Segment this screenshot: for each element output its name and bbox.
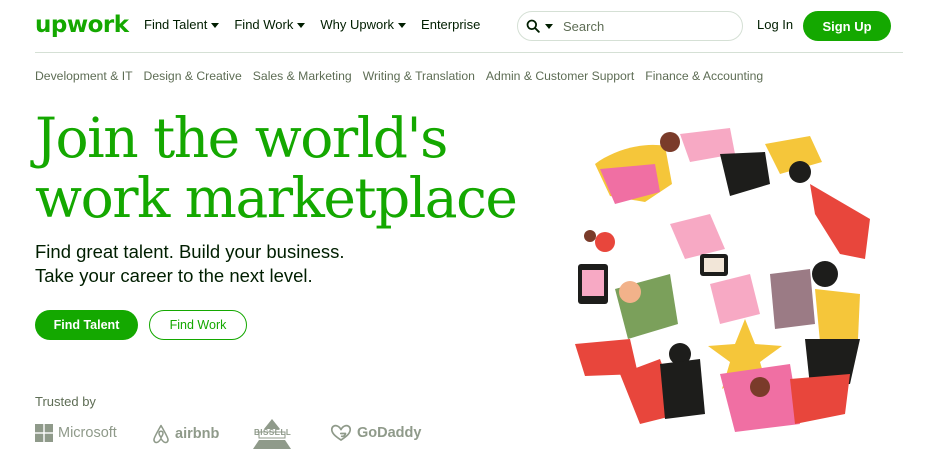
- category-development-it[interactable]: Development & IT: [35, 69, 133, 83]
- nav-enterprise[interactable]: Enterprise: [421, 17, 480, 32]
- signup-button[interactable]: Sign Up: [803, 11, 891, 41]
- nav-label: Find Work: [234, 17, 294, 32]
- category-sales-marketing[interactable]: Sales & Marketing: [253, 69, 352, 83]
- godaddy-heart-icon: [330, 424, 352, 441]
- trusted-logos: Microsoft airbnb BISSELL GoDaddy: [35, 418, 455, 450]
- microsoft-grid-icon: [35, 424, 53, 442]
- hero-headline: Join the world's work marketplace: [35, 106, 518, 230]
- main-nav: Find Talent Find Work Why Upwork Enterpr…: [144, 17, 480, 32]
- nav-find-talent[interactable]: Find Talent: [144, 17, 220, 32]
- search-input[interactable]: [563, 18, 713, 34]
- brand-name: BISSELL: [254, 428, 292, 437]
- find-talent-button[interactable]: Find Talent: [35, 310, 138, 340]
- microsoft-logo: Microsoft: [35, 424, 117, 442]
- hero-illustration: [560, 124, 895, 440]
- airbnb-belo-icon: [153, 424, 169, 444]
- subheading-line-2: Take your career to the next level.: [35, 265, 313, 286]
- upwork-logo[interactable]: upwork: [35, 12, 129, 38]
- chevron-down-icon: [211, 22, 220, 28]
- trusted-by-label: Trusted by: [35, 394, 96, 409]
- header-divider: [35, 52, 903, 53]
- search-box[interactable]: [517, 11, 743, 41]
- login-link[interactable]: Log In: [757, 17, 793, 32]
- category-design-creative[interactable]: Design & Creative: [144, 69, 242, 83]
- brand-name: airbnb: [175, 426, 220, 442]
- brand-name: GoDaddy: [357, 425, 422, 441]
- nav-label: Find Talent: [144, 17, 208, 32]
- category-writing-translation[interactable]: Writing & Translation: [363, 69, 475, 83]
- chevron-down-icon: [297, 22, 306, 28]
- headline-line-2: work marketplace: [35, 166, 518, 230]
- people-circle-illustration: [575, 128, 870, 432]
- search-icon[interactable]: [526, 18, 542, 34]
- nav-find-work[interactable]: Find Work: [234, 17, 306, 32]
- godaddy-logo: GoDaddy: [330, 424, 421, 442]
- hero-subheading: Find great talent. Build your business. …: [35, 240, 345, 288]
- brand-name: Microsoft: [58, 425, 117, 441]
- chevron-down-icon: [398, 22, 407, 28]
- category-finance-accounting[interactable]: Finance & Accounting: [645, 69, 763, 83]
- nav-label: Enterprise: [421, 17, 481, 32]
- top-header: upwork Find Talent Find Work Why Upwork …: [0, 0, 931, 52]
- nav-label: Why Upwork: [320, 17, 395, 32]
- airbnb-logo: airbnb: [152, 424, 219, 444]
- search-type-chevron-icon[interactable]: [545, 24, 553, 29]
- headline-line-1: Join the world's: [35, 106, 448, 170]
- bissell-logo: BISSELL: [251, 418, 293, 450]
- find-work-button[interactable]: Find Work: [149, 310, 247, 340]
- category-nav: Development & IT Design & Creative Sales…: [35, 69, 763, 83]
- category-admin-support[interactable]: Admin & Customer Support: [486, 69, 634, 83]
- nav-why-upwork[interactable]: Why Upwork: [320, 17, 407, 32]
- subheading-line-1: Find great talent. Build your business.: [35, 241, 345, 262]
